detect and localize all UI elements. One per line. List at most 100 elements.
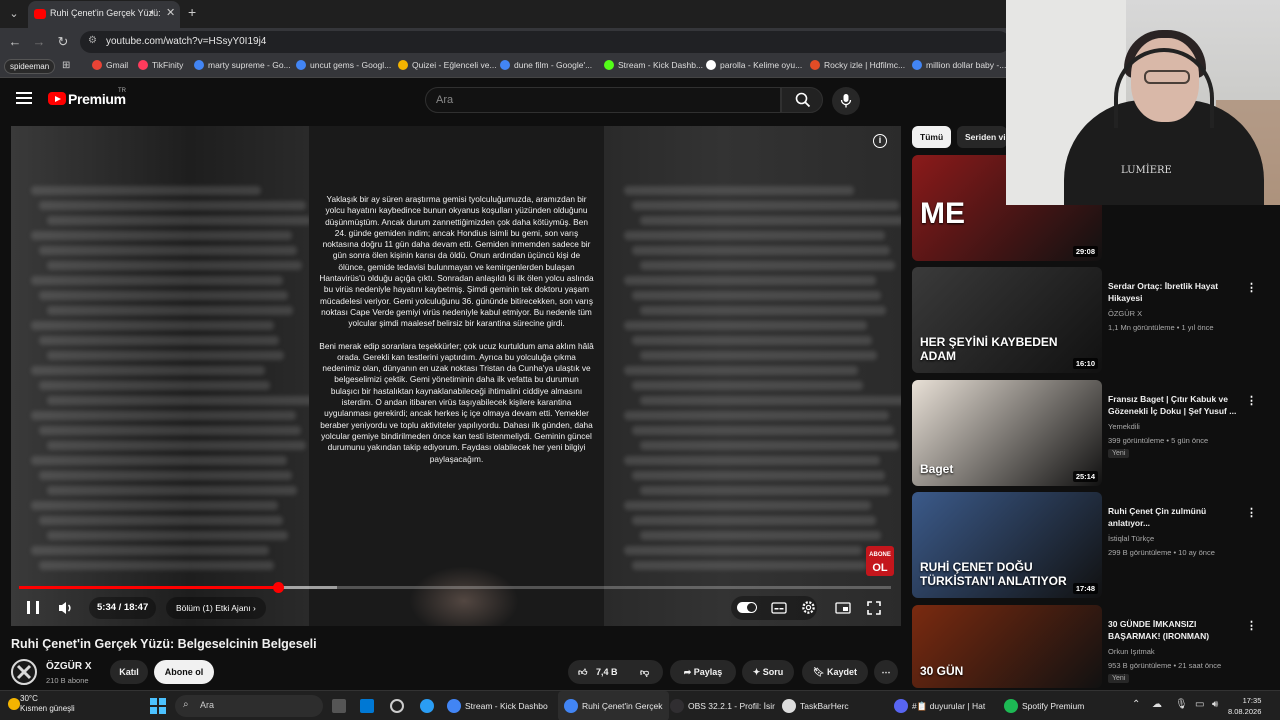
sidebar-thumbnail[interactable]: RUHİ ÇENET DOĞU TÜRKİSTAN'I ANLATIYOR 17:… (912, 492, 1102, 598)
onedrive-icon[interactable]: ☁ (1152, 699, 1162, 710)
bookmark-item[interactable]: Rocky izle | Hdfilmc... (810, 60, 905, 70)
active-tab[interactable]: Ruhi Çenet'in Gerçek Yüzü: 🔈︎ ✕ (28, 1, 180, 28)
system-clock[interactable]: 17:35 8.08.2026 (1228, 695, 1261, 717)
weather-icon[interactable] (8, 698, 20, 710)
sidebar-video-meta: 953 B görüntüleme • 21 saat önce (1108, 661, 1222, 670)
bookmark-item[interactable]: parolla - Kelime oyu... (706, 60, 802, 70)
youtube-logo-icon[interactable] (48, 92, 66, 105)
settings-group (731, 596, 817, 620)
new-tab-icon[interactable]: + (188, 4, 196, 20)
info-icon[interactable]: i (873, 134, 887, 148)
speaker-icon[interactable]: 🔊︎ (1212, 699, 1218, 710)
miniplayer-icon[interactable] (835, 602, 851, 614)
taskbar-app[interactable]: TaskBarHerc (782, 691, 849, 720)
bookmark-item[interactable]: TikFinity (138, 60, 183, 70)
subtitles-icon[interactable] (771, 602, 787, 614)
progress-bar[interactable] (19, 582, 891, 593)
blur-stripe (632, 291, 881, 300)
video-player[interactable]: Yaklaşık bir ay süren araştırma gemisi t… (11, 126, 901, 626)
address-bar[interactable]: ⚙ youtube.com/watch?v=HSsyY0I19j4 (80, 31, 1010, 53)
bookmark-item[interactable]: Gmail (92, 60, 128, 70)
chip-all[interactable]: Tümü (912, 126, 952, 148)
show-hidden-icons[interactable]: ⌃ (1132, 699, 1140, 710)
channel-name[interactable]: ÖZGÜR X (46, 661, 92, 672)
taskbar-app[interactable]: #📋 duyurular | Hat (894, 691, 985, 720)
bookmark-item[interactable]: Stream - Kick Dashb... (604, 60, 703, 70)
more-options-icon[interactable]: ⋮ (1246, 281, 1257, 294)
sidebar-channel-name[interactable]: İstiqlal Türkçe (1108, 534, 1154, 543)
task-view-icon[interactable] (332, 699, 346, 713)
blur-stripe (39, 381, 270, 390)
apps-grid-icon[interactable]: ⊞ (62, 60, 70, 71)
taskbar-app[interactable]: Ruhi Çenet'in Gerçek (558, 691, 669, 720)
weather-temp: 30°C (20, 694, 38, 703)
taskbar-app[interactable]: Stream - Kick Dashbo (447, 691, 548, 720)
menu-icon[interactable] (16, 92, 32, 104)
volume-icon[interactable] (58, 601, 74, 615)
bookmark-item[interactable]: uncut gems - Googl... (296, 60, 391, 70)
taskbar-search[interactable]: ⌕ Ara (175, 695, 323, 717)
like-dislike-group[interactable]: 👍︎ 7,4 B 👎︎ (568, 660, 663, 684)
more-actions-icon[interactable]: ⋯ (874, 660, 898, 684)
blur-stripe (632, 381, 863, 390)
scrubber-handle[interactable] (272, 582, 284, 593)
chip-series[interactable]: Seriden vi (957, 126, 1007, 148)
blur-stripe (47, 396, 315, 405)
taskbar-app[interactable]: OBS 32.2.1 - Profil: İsir (670, 691, 775, 720)
bookmark-item[interactable]: marty supreme - Go... (194, 60, 291, 70)
edge-icon[interactable] (420, 699, 434, 713)
reload-icon[interactable]: ↻ (54, 33, 72, 51)
sidebar-video-title[interactable]: 30 GÜNDE İMKANSIZI BAŞARMAK! (IRONMAN) (1108, 618, 1243, 642)
sidebar-thumbnail[interactable]: Baget 25:14 (912, 380, 1102, 486)
thumbs-down-icon[interactable]: 👎︎ (640, 660, 649, 684)
search-button[interactable] (781, 87, 823, 113)
back-icon[interactable]: ← (6, 33, 24, 51)
sidebar-video-title[interactable]: Ruhi Çenet Çin zulmünü anlatıyor... (1108, 505, 1243, 529)
more-options-icon[interactable]: ⋮ (1246, 394, 1257, 407)
sidebar-thumbnail[interactable]: 30 GÜN (912, 605, 1102, 688)
weather-widget[interactable]: 30°C Kısmen güneşli (20, 694, 75, 714)
thumbs-up-icon[interactable]: 👍︎ (578, 660, 587, 684)
sidebar-channel-name[interactable]: Yemekdili (1108, 422, 1140, 431)
autoplay-toggle[interactable] (737, 602, 757, 613)
windows-taskbar: 30°C Kısmen güneşli ⌕ Ara Stream - Kick … (0, 690, 1280, 720)
tab-audio-icon[interactable]: 🔈︎ (150, 7, 156, 18)
windows-start-icon[interactable] (150, 698, 166, 714)
taskbar-app[interactable]: Spotify Premium (1004, 691, 1084, 720)
new-badge: Yeni (1108, 674, 1130, 683)
bookmark-item[interactable]: Quizei - Eğlenceli ve... (398, 60, 497, 70)
settings-gear-icon[interactable] (801, 600, 816, 615)
blur-stripe (31, 546, 269, 555)
search-icon (795, 92, 811, 108)
chatgpt-icon[interactable] (390, 699, 404, 713)
microphone-icon[interactable]: 🎙︎ (1175, 699, 1188, 710)
tab-close-icon[interactable]: ✕ (166, 6, 175, 19)
site-info-icon[interactable]: ⚙ (88, 35, 97, 46)
network-icon[interactable]: ▭ (1195, 699, 1204, 710)
forward-icon[interactable]: → (30, 33, 48, 51)
share-button[interactable]: ➦ Paylaş (670, 660, 736, 684)
more-options-icon[interactable]: ⋮ (1246, 506, 1257, 519)
sidebar-video-title[interactable]: Serdar Ortaç: İbretlik Hayat Hikayesi (1108, 280, 1243, 304)
more-options-icon[interactable]: ⋮ (1246, 619, 1257, 632)
store-icon[interactable] (360, 699, 374, 713)
subscribe-button[interactable]: Abone ol (154, 660, 214, 684)
chapter-button[interactable]: Bölüm (1) Etki Ajanı › (166, 597, 266, 619)
sidebar-channel-name[interactable]: Orkun Işıtmak (1108, 647, 1155, 656)
subscribe-watermark[interactable]: ABONE OL (866, 546, 894, 576)
pause-icon[interactable] (27, 601, 39, 614)
voice-search-button[interactable] (832, 87, 860, 115)
tab-search-dropdown-icon[interactable]: ⌄ (4, 4, 24, 24)
profile-chip[interactable]: spideeman (4, 59, 56, 74)
fullscreen-icon[interactable] (867, 601, 881, 615)
ask-button[interactable]: ✦ Soru (742, 660, 794, 684)
bookmark-item[interactable]: dune film - Google'... (500, 60, 592, 70)
join-button[interactable]: Katıl (110, 660, 148, 684)
save-button[interactable]: 🔖︎ Kaydet (802, 660, 868, 684)
sidebar-video-title[interactable]: Fransız Baget | Çıtır Kabuk ve Gözenekli… (1108, 393, 1243, 417)
search-input[interactable]: Ara (425, 87, 781, 113)
channel-avatar[interactable] (11, 659, 37, 685)
sidebar-thumbnail[interactable]: HER ŞEYİNİ KAYBEDEN ADAM 16:10 (912, 267, 1102, 373)
sidebar-channel-name[interactable]: ÖZGÜR X (1108, 309, 1142, 318)
bookmark-item[interactable]: million dollar baby -... (912, 60, 1006, 70)
